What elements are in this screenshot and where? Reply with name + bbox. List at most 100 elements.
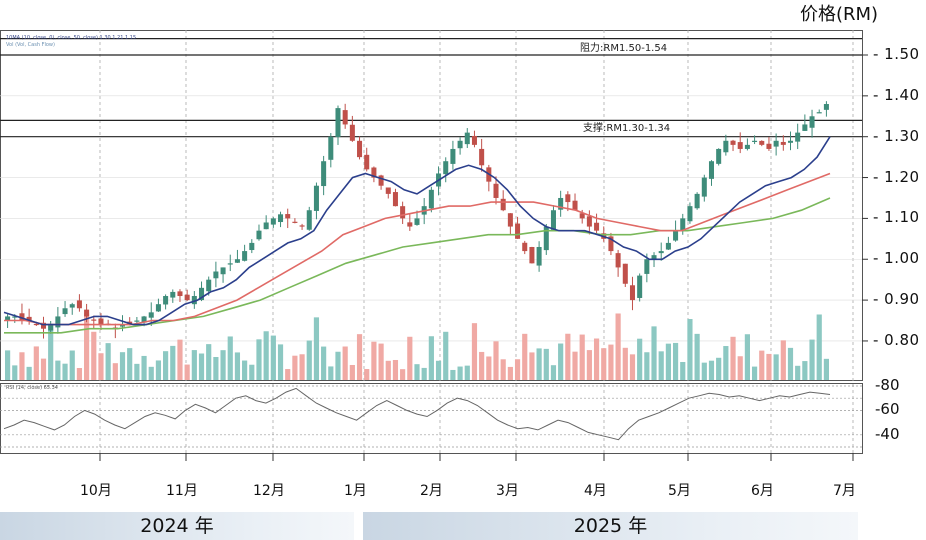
candle-body xyxy=(687,206,693,222)
candle-body xyxy=(270,218,276,225)
candle-body xyxy=(493,183,499,198)
candle-body xyxy=(644,259,650,274)
volume-bar xyxy=(744,334,750,380)
support-label: 支撑:RM1.30-1.34 xyxy=(583,121,670,134)
volume-bar xyxy=(795,365,801,380)
candle-body xyxy=(586,216,592,227)
volume-bar xyxy=(816,314,822,380)
volume-bar xyxy=(766,353,772,380)
candle-body xyxy=(787,140,794,143)
candle-body xyxy=(256,230,262,240)
volume-bar xyxy=(270,335,276,380)
volume-bar xyxy=(629,354,636,380)
chart-grid xyxy=(0,30,862,453)
y-tick-label: - 0.90 xyxy=(873,290,920,309)
candle-body xyxy=(443,161,449,175)
unit-label: 价格(RM) xyxy=(800,4,879,25)
legend-vol: Vol (Vol, Cash Flow) xyxy=(6,42,55,48)
candle-body xyxy=(665,242,671,250)
volume-bar xyxy=(701,362,707,380)
volume-bar xyxy=(730,336,736,380)
volume-bar xyxy=(414,364,420,380)
volume-bar xyxy=(306,340,312,380)
candle-body xyxy=(76,300,82,309)
candle-body xyxy=(780,141,786,145)
year-bar-2025: 2025 年 xyxy=(363,512,858,540)
candle-body xyxy=(69,304,75,308)
volume-bar xyxy=(220,350,226,380)
candle-body xyxy=(55,316,61,328)
candle-body xyxy=(457,140,463,149)
legend-main: 10MA (10, close, 0), close, 50, close) 1… xyxy=(6,35,136,41)
volume-bar xyxy=(500,359,506,380)
stock-chart: 10MA (10, close, 0), close, 50, close) 1… xyxy=(0,30,868,461)
volume-bar xyxy=(787,347,794,380)
candle-body xyxy=(364,154,370,170)
volume-bar xyxy=(428,336,434,380)
rsi-panel xyxy=(0,385,862,448)
x-tick-label: 11月 xyxy=(166,483,198,499)
candle-body xyxy=(170,291,176,298)
candle-body xyxy=(565,194,571,203)
candle-body xyxy=(400,206,406,219)
volume-bar xyxy=(507,366,513,380)
candle-body xyxy=(823,104,829,110)
volume-bar xyxy=(12,365,18,380)
volume-bar xyxy=(780,340,786,380)
volume-bar xyxy=(759,350,765,380)
candle-body xyxy=(385,187,391,194)
y-tick-label: - 0.80 xyxy=(873,330,920,349)
candle-body xyxy=(550,210,556,230)
x-tick-label: 3月 xyxy=(496,483,519,499)
candle-body xyxy=(285,214,291,219)
candle-body xyxy=(234,259,240,263)
volume-bar xyxy=(76,367,83,380)
volume-bar xyxy=(421,367,427,380)
y-tick-label: - 1.10 xyxy=(873,208,920,227)
candle-body xyxy=(33,323,39,326)
volume-bar xyxy=(751,366,758,380)
candle-body xyxy=(766,143,772,149)
volume-bar xyxy=(91,331,97,380)
volume-bar xyxy=(184,364,190,380)
volume-bar xyxy=(802,361,808,380)
volume-bar xyxy=(69,350,75,380)
volume-bar xyxy=(658,351,664,380)
candle-body xyxy=(335,108,341,137)
volume-bar xyxy=(586,350,592,380)
candle-body xyxy=(321,161,327,187)
volume-bar xyxy=(213,357,219,380)
volume-bar xyxy=(457,366,463,380)
volume-bar xyxy=(723,346,729,380)
candle-body xyxy=(249,242,255,251)
rsi-tick-label: -80 xyxy=(875,376,900,394)
volume-bar xyxy=(84,313,90,380)
volume-bar xyxy=(622,347,628,380)
volume-bar xyxy=(206,344,212,380)
volume-bar xyxy=(19,352,25,380)
y-tick-label: - 1.20 xyxy=(873,167,920,186)
resistance-label: 阻力:RM1.50-1.54 xyxy=(580,41,667,54)
volume-bar xyxy=(263,331,269,380)
volume-bar xyxy=(471,323,478,380)
volume-bar xyxy=(593,338,600,380)
volume-bar xyxy=(400,369,406,380)
volume-bar xyxy=(644,352,650,380)
volume-bar xyxy=(443,331,449,380)
candle-body xyxy=(349,124,355,141)
volume-bar xyxy=(651,326,657,380)
candle-body xyxy=(701,177,707,197)
volume-bar xyxy=(98,353,104,380)
candle-body xyxy=(637,275,643,298)
volume-bar xyxy=(292,355,298,380)
volume-bar xyxy=(665,343,671,380)
volume-bar xyxy=(119,352,126,380)
candle-body xyxy=(292,221,298,223)
candle-body xyxy=(759,140,765,145)
volume-bar xyxy=(435,360,442,380)
volume-bar xyxy=(522,333,528,380)
volume-bar xyxy=(342,346,348,380)
rsi-tick-label: -60 xyxy=(875,400,900,419)
x-tick-label: 2月 xyxy=(420,483,443,499)
volume-bar xyxy=(148,366,154,380)
